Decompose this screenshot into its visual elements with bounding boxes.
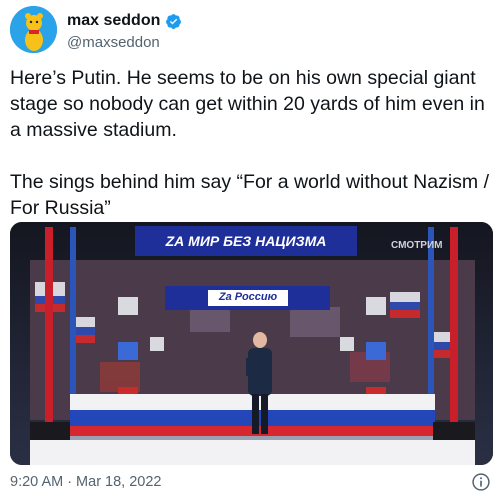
tweet-media-image[interactable]: Zа мир без нацизма Zа Россию СМОТРИМ [10,222,493,465]
info-icon[interactable] [471,472,491,492]
name-row: max seddon [67,12,182,30]
author-name[interactable]: max seddon [67,12,160,30]
avatar[interactable] [10,6,57,53]
avatar-cartoon-icon [10,6,57,53]
tweet-date: Mar 18, 2022 [76,474,162,490]
stadium-scene-image [10,222,493,465]
verified-badge-icon [166,13,182,29]
timestamp-separator: · [67,474,73,490]
tweet-header: max seddon @maxseddon [10,6,490,54]
author-handle[interactable]: @maxseddon [67,34,160,51]
banner-top-text: Zа мир без нацизма [165,233,327,249]
tweet-time: 9:20 AM [10,474,64,490]
channel-logo: СМОТРИМ [391,240,443,251]
banner-bottom-text: Zа Россию [218,291,278,303]
tweet-text: Here’s Putin. He seems to be on his own … [10,67,490,219]
tweet-timestamp[interactable]: 9:20 AM · Mar 18, 2022 [10,474,162,490]
